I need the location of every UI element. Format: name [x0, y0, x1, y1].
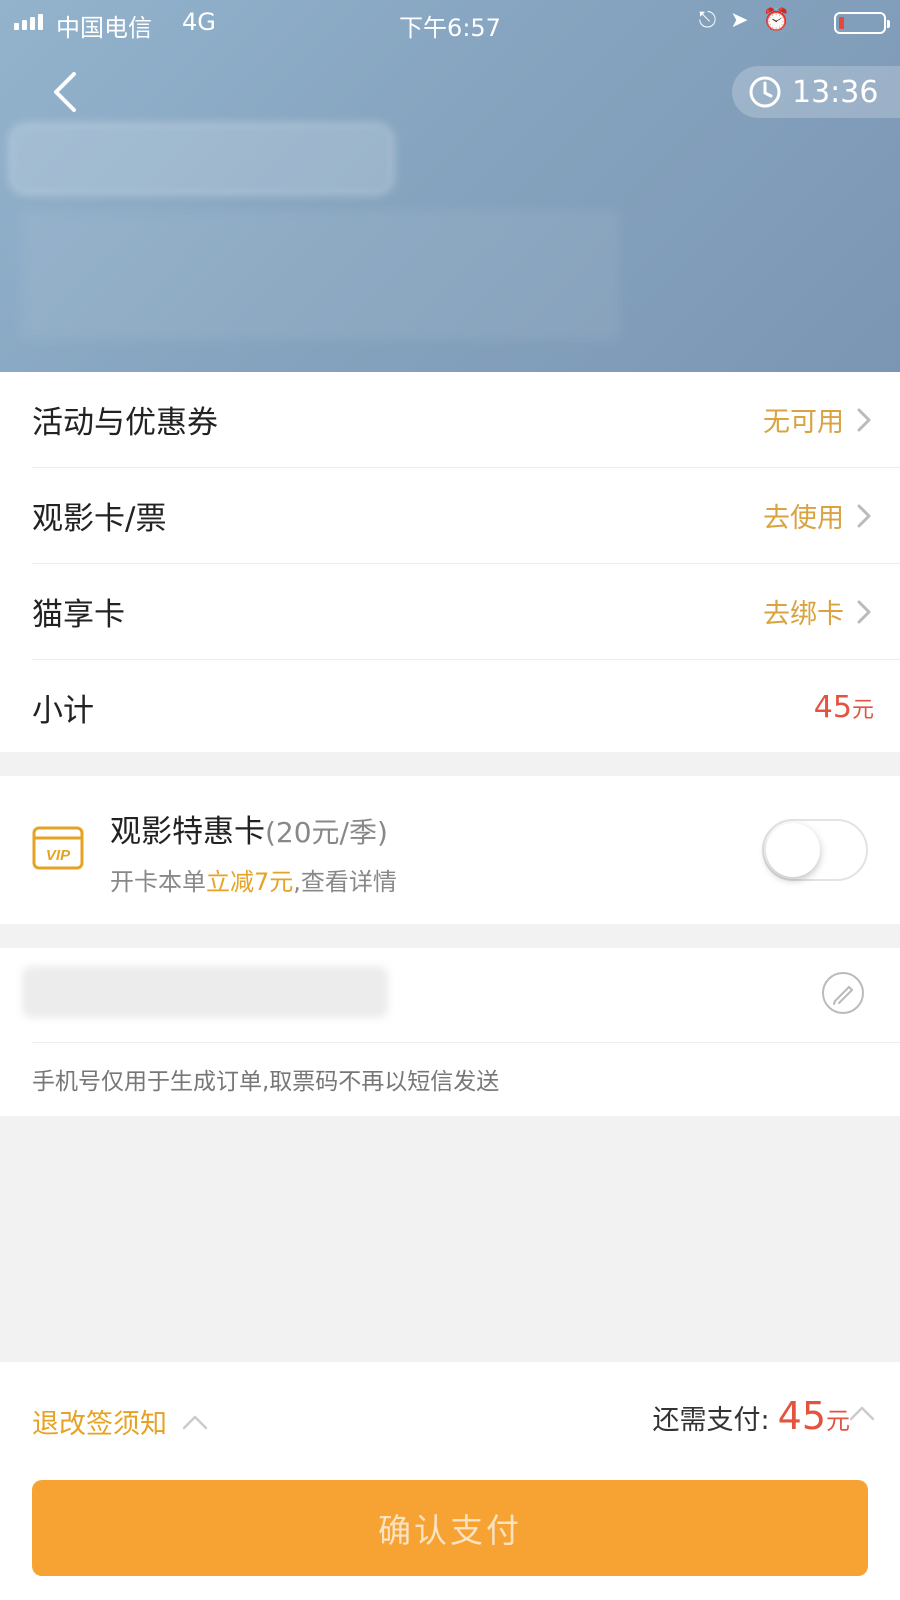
amount-due-unit: 元: [826, 1407, 850, 1435]
blurred-movie-title: [14, 128, 389, 190]
vip-card-icon: VIP: [32, 826, 84, 870]
edit-phone-button[interactable]: [820, 970, 866, 1016]
timer-value: 13:36: [792, 74, 879, 110]
status-bar: 中国电信 4G 下午6:57 ⎋ ➤ ⏰: [0, 0, 900, 46]
countdown-timer: 13:36: [732, 66, 900, 118]
phone-note: 手机号仅用于生成订单,取票码不再以短信发送: [32, 1069, 500, 1095]
vip-title: 观影特惠卡(20元/季): [110, 814, 388, 850]
payment-footer: 退改签须知 还需支付: 45 元 确认支付: [0, 1362, 900, 1600]
chevron-up-icon[interactable]: [848, 1404, 876, 1422]
row-value: 去使用: [763, 503, 844, 534]
subtotal-amount: 45元: [813, 690, 874, 725]
alarm-icon: ⏰: [762, 8, 790, 33]
confirm-pay-button[interactable]: 确认支付: [32, 1480, 868, 1576]
vip-price: (20元/季): [265, 816, 388, 849]
refund-notice-link[interactable]: 退改签须知: [32, 1402, 209, 1441]
amount-due: 还需支付: 45 元: [652, 1394, 875, 1438]
row-cat-card[interactable]: 猫享卡 去绑卡: [32, 564, 900, 660]
orientation-lock-icon: ⎋: [698, 8, 717, 33]
chevron-right-icon: [857, 600, 871, 623]
pencil-icon: [833, 986, 853, 1005]
movie-header: 中国电信 4G 下午6:57 ⎋ ➤ ⏰ 13:36: [0, 0, 900, 372]
vip-icon-text: VIP: [46, 847, 71, 864]
chevron-right-icon: [857, 408, 871, 431]
row-value: 无可用: [763, 407, 844, 438]
vip-details-link[interactable]: 开卡本单立减7元,查看详情: [110, 862, 397, 897]
back-button[interactable]: [38, 62, 98, 122]
row-label: 观影卡/票: [32, 501, 167, 537]
divider: [32, 1042, 900, 1043]
vip-discount: 立减7元: [206, 868, 294, 896]
row-label: 猫享卡: [32, 597, 125, 633]
clock-icon: [749, 76, 781, 108]
blurred-movie-info: [20, 210, 620, 340]
row-label: 活动与优惠券: [32, 405, 218, 441]
row-coupons[interactable]: 活动与优惠券 无可用: [32, 372, 900, 468]
amount-due-label: 还需支付:: [652, 1405, 770, 1436]
phone-section: 手机号仅用于生成订单,取票码不再以短信发送: [0, 948, 900, 1116]
location-icon: ➤: [730, 8, 749, 33]
blurred-phone-number: [22, 966, 388, 1018]
toggle-knob: [766, 823, 820, 877]
amount-due-value: 45: [777, 1394, 826, 1438]
vip-card-offer: VIP 观影特惠卡(20元/季) 开卡本单立减7元,查看详情: [0, 776, 900, 924]
chevron-left-icon: [54, 72, 76, 112]
row-movie-card[interactable]: 观影卡/票 去使用: [32, 468, 900, 564]
vip-toggle[interactable]: [762, 819, 868, 881]
chevron-right-icon: [857, 504, 871, 527]
row-value: 去绑卡: [763, 599, 844, 630]
row-label: 小计: [32, 693, 94, 729]
battery-icon: [834, 12, 890, 34]
row-subtotal: 小计 45元: [32, 660, 900, 755]
chevron-up-icon: [182, 1415, 208, 1429]
order-options: 活动与优惠券 无可用 观影卡/票 去使用 猫享卡 去绑卡 小计 45元: [0, 372, 900, 752]
